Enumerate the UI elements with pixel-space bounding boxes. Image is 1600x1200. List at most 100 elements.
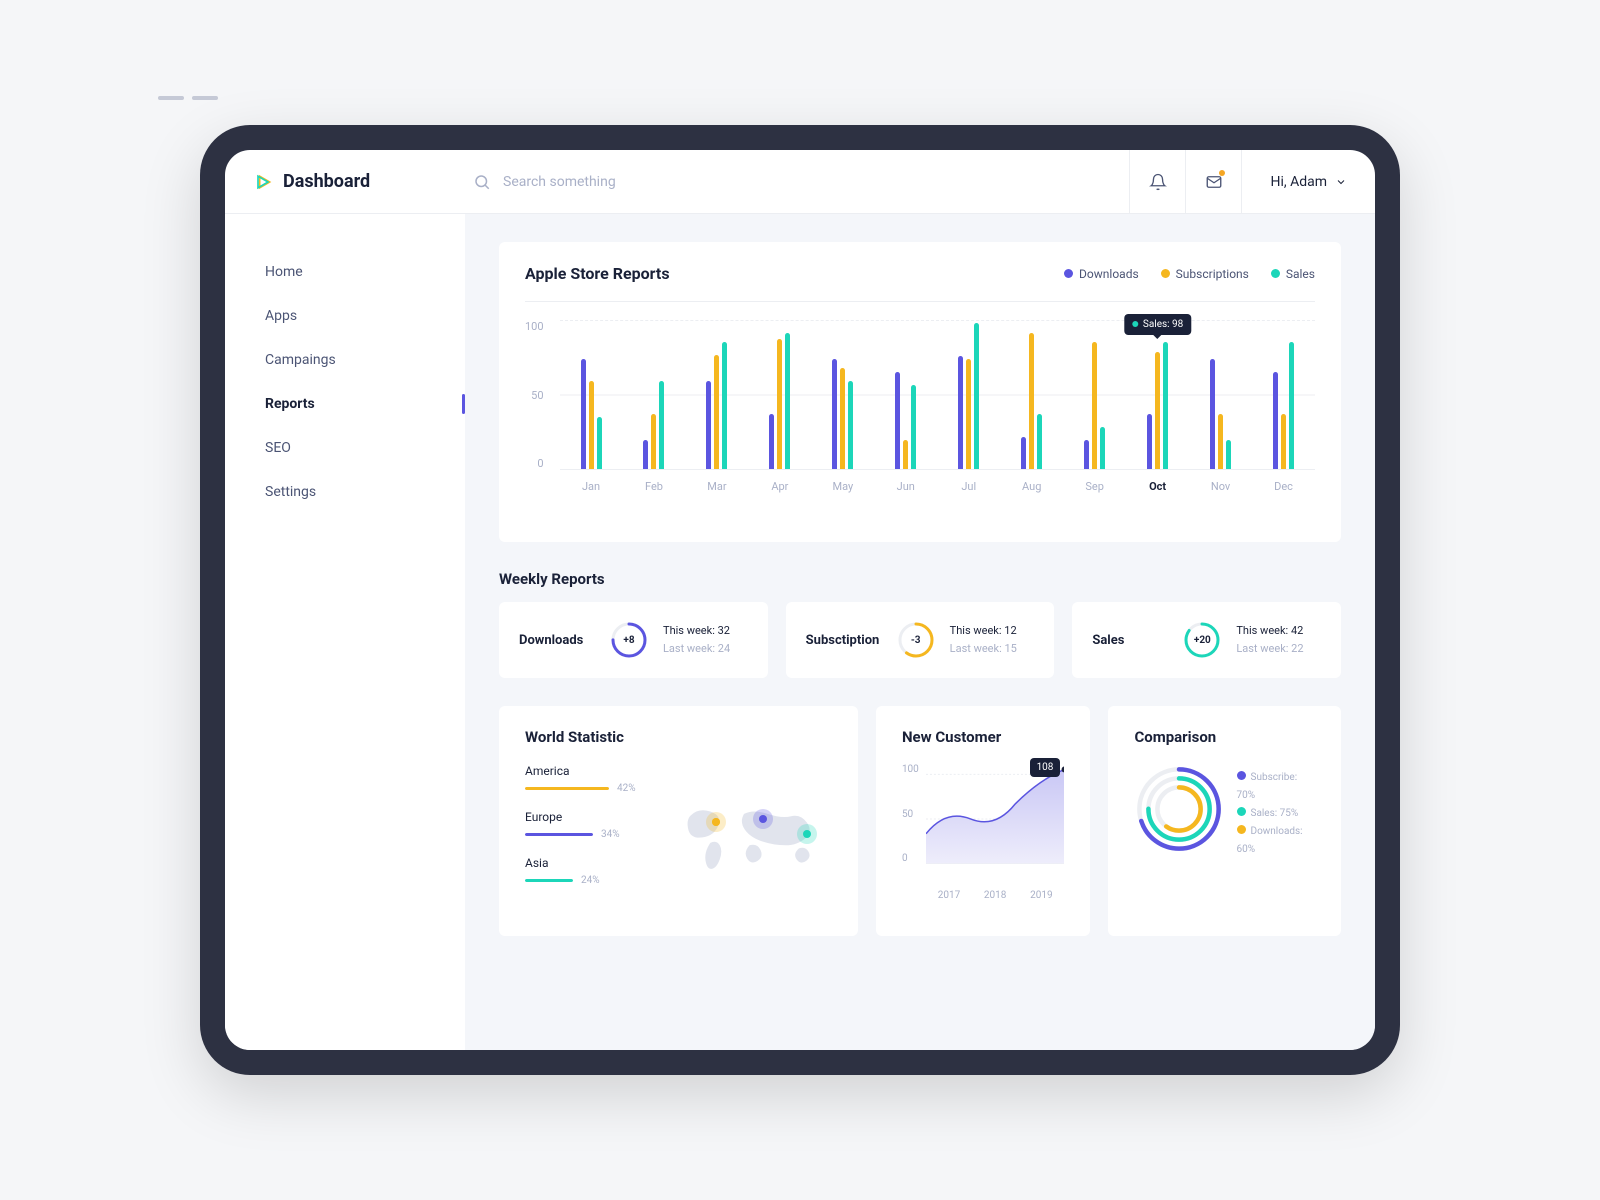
bar-grid: Sales: 98 bbox=[560, 320, 1315, 470]
month-group-apr[interactable] bbox=[748, 333, 811, 470]
month-group-jan[interactable] bbox=[560, 359, 623, 470]
month-group-nov[interactable] bbox=[1189, 359, 1252, 470]
bar bbox=[1218, 414, 1223, 469]
messages-button[interactable] bbox=[1185, 150, 1241, 214]
bar bbox=[1084, 440, 1089, 469]
tablet-side-buttons bbox=[158, 96, 218, 100]
bar bbox=[1226, 440, 1231, 469]
bell-icon bbox=[1149, 173, 1167, 191]
nc-yaxis: 100500 bbox=[902, 764, 919, 864]
weekly-label: Subsctiption bbox=[806, 633, 882, 648]
topbar: Dashboard Hi, Adam bbox=[225, 150, 1375, 214]
x-label: Oct bbox=[1126, 480, 1189, 493]
chart-tooltip: Sales: 98 bbox=[1124, 314, 1191, 335]
bar bbox=[1155, 352, 1160, 469]
nc-tooltip: 108 bbox=[1030, 758, 1061, 777]
nc-area-svg bbox=[926, 764, 1065, 864]
bar bbox=[1210, 359, 1215, 470]
progress-ring: +20 bbox=[1182, 620, 1222, 660]
search-area[interactable] bbox=[465, 173, 1129, 191]
world-card: World Statistic America42% Europe34% Asia2… bbox=[499, 706, 858, 936]
comp-legend-item: Downloads: 60% bbox=[1237, 823, 1316, 859]
month-group-jul[interactable] bbox=[937, 323, 1000, 469]
sidebar-item-campaings[interactable]: Campaings bbox=[225, 338, 465, 382]
comp-legend-item: Sales: 75% bbox=[1237, 805, 1316, 823]
x-label: Jun bbox=[874, 480, 937, 493]
weekly-row: Downloads +8 This week: 32Last week: 24 Sub… bbox=[499, 602, 1341, 678]
search-input[interactable] bbox=[503, 174, 763, 190]
sidebar-item-seo[interactable]: SEO bbox=[225, 426, 465, 470]
bar bbox=[1289, 342, 1294, 469]
progress-ring: -3 bbox=[896, 620, 936, 660]
nc-chart: 108 100500 bbox=[902, 764, 1065, 884]
bar bbox=[1281, 414, 1286, 469]
sidebar-item-reports[interactable]: Reports bbox=[225, 382, 465, 426]
world-body: America42%Europe34%Asia24% .pin:nth- bbox=[525, 764, 832, 914]
sidebar-item-home[interactable]: Home bbox=[225, 250, 465, 294]
x-label: Feb bbox=[623, 480, 686, 493]
bar bbox=[1163, 342, 1168, 469]
bar bbox=[1037, 414, 1042, 469]
legend-item: Subscriptions bbox=[1161, 267, 1249, 281]
weekly-stats: This week: 12Last week: 15 bbox=[950, 622, 1017, 657]
weekly-label: Sales bbox=[1092, 633, 1168, 648]
nc-title: New Customer bbox=[902, 728, 1065, 746]
chevron-down-icon bbox=[1335, 176, 1347, 188]
bars-wrap: Sales: 98 JanFebMarAprMayJunJulAugSepOct… bbox=[560, 320, 1315, 520]
bar bbox=[706, 381, 711, 469]
world-map: .pin:nth-of-type(1)::after{background:#f… bbox=[675, 764, 832, 914]
unread-dot bbox=[1219, 170, 1225, 176]
weekly-card-downloads[interactable]: Downloads +8 This week: 32Last week: 24 bbox=[499, 602, 768, 678]
bar bbox=[769, 414, 774, 469]
notifications-button[interactable] bbox=[1129, 150, 1185, 214]
world-item-europe: Europe34% bbox=[525, 810, 655, 840]
bar bbox=[895, 372, 900, 470]
new-customer-card: New Customer 108 100500 201720182019 bbox=[876, 706, 1091, 936]
x-label: Aug bbox=[1000, 480, 1063, 493]
bar bbox=[832, 359, 837, 470]
month-group-may[interactable] bbox=[811, 359, 874, 470]
month-group-oct[interactable]: Sales: 98 bbox=[1126, 342, 1189, 469]
x-label: Sep bbox=[1063, 480, 1126, 493]
weekly-card-sales[interactable]: Sales+20This week: 42Last week: 22 bbox=[1072, 602, 1341, 678]
bar bbox=[1100, 427, 1105, 469]
brand-title: Dashboard bbox=[283, 171, 370, 192]
month-group-sep[interactable] bbox=[1063, 342, 1126, 469]
bar bbox=[1021, 437, 1026, 470]
sidebar-item-apps[interactable]: Apps bbox=[225, 294, 465, 338]
bar bbox=[581, 359, 586, 470]
bottom-row: World Statistic America42% Europe34% Asia2… bbox=[499, 706, 1341, 936]
bar bbox=[1147, 414, 1152, 469]
bar bbox=[974, 323, 979, 469]
weekly-title: Weekly Reports bbox=[499, 570, 1341, 588]
sidebar-item-settings[interactable]: Settings bbox=[225, 470, 465, 514]
bar bbox=[903, 440, 908, 469]
bar bbox=[651, 414, 656, 469]
month-group-aug[interactable] bbox=[1000, 333, 1063, 470]
legend-item: Downloads bbox=[1064, 267, 1139, 281]
x-label: Jul bbox=[937, 480, 1000, 493]
comp-rings bbox=[1134, 764, 1224, 864]
weekly-card-subsctiption[interactable]: Subsctiption -3 This week: 12Last week: 15 bbox=[786, 602, 1055, 678]
user-greeting: Hi, Adam bbox=[1270, 174, 1327, 190]
bar bbox=[1092, 342, 1097, 469]
comp-legend-item: Subscribe: 70% bbox=[1237, 769, 1316, 805]
world-item-asia: Asia24% bbox=[525, 856, 655, 886]
world-title: World Statistic bbox=[525, 728, 832, 746]
user-menu[interactable]: Hi, Adam bbox=[1241, 150, 1375, 214]
month-group-dec[interactable] bbox=[1252, 342, 1315, 469]
x-label: Nov bbox=[1189, 480, 1252, 493]
sidebar: HomeAppsCampaingsReportsSEOSettings bbox=[225, 214, 465, 1050]
weekly-stats: This week: 32Last week: 24 bbox=[663, 622, 730, 657]
weekly-label: Downloads bbox=[519, 633, 595, 648]
month-group-feb[interactable] bbox=[623, 381, 686, 469]
world-legend: America42% Europe34% Asia24% bbox=[525, 764, 655, 914]
bar bbox=[714, 355, 719, 469]
bar bbox=[1273, 372, 1278, 470]
search-icon bbox=[473, 173, 491, 191]
progress-ring: +8 bbox=[609, 620, 649, 660]
month-group-jun[interactable] bbox=[874, 372, 937, 470]
month-group-mar[interactable] bbox=[685, 342, 748, 469]
world-item-america: America42% bbox=[525, 764, 655, 794]
x-axis: JanFebMarAprMayJunJulAugSepOctNovDec bbox=[560, 480, 1315, 493]
